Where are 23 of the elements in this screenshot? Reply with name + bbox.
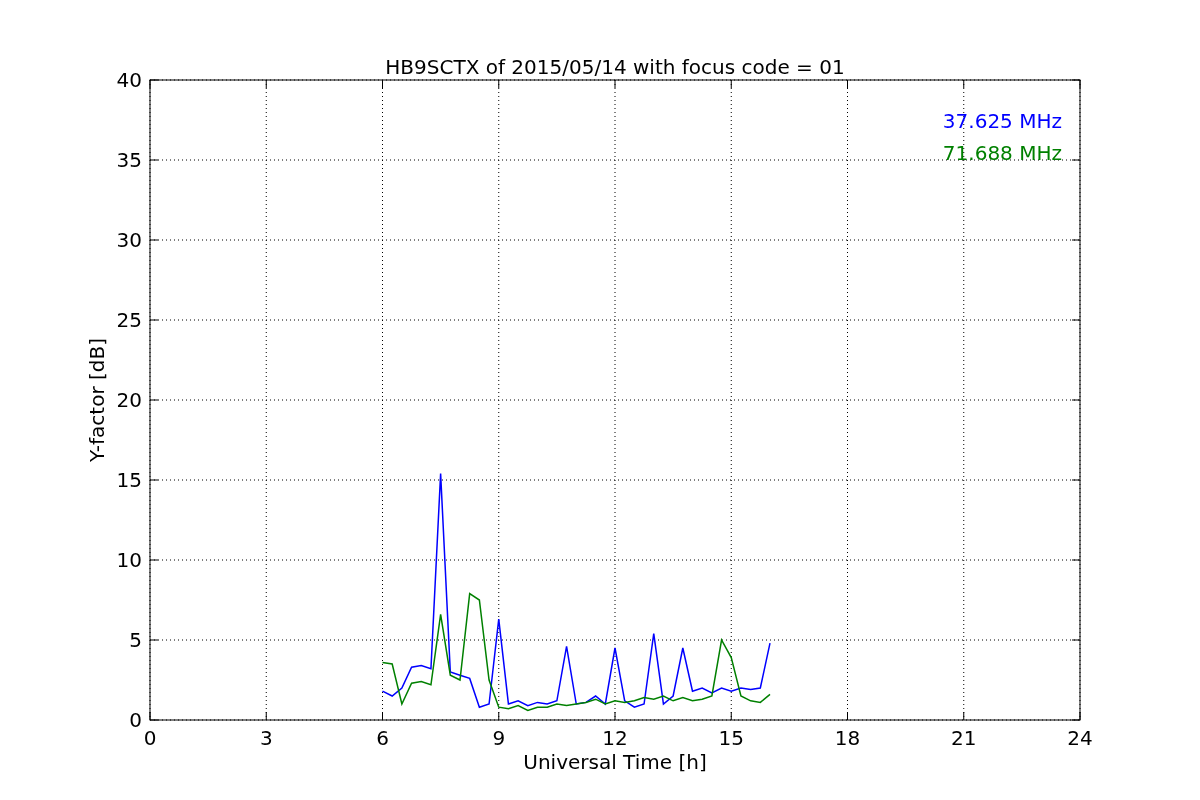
legend-label: 37.625 MHz — [942, 109, 1062, 133]
x-tick-label: 6 — [376, 726, 389, 750]
y-tick-label: 35 — [116, 148, 142, 172]
x-tick-label: 3 — [259, 726, 273, 750]
y-tick-label: 25 — [116, 308, 142, 332]
x-tick-label: 9 — [492, 726, 506, 750]
x-axis-label: Universal Time [h] — [523, 750, 707, 774]
x-tick-label: 24 — [1067, 726, 1093, 750]
x-tick-label: 18 — [834, 726, 861, 750]
x-tick-label: 12 — [602, 726, 628, 750]
y-tick-label: 20 — [116, 388, 142, 412]
y-tick-label: 10 — [116, 548, 142, 572]
y-axis-label: Y-factor [dB] — [85, 338, 109, 462]
y-tick-label: 40 — [116, 68, 142, 92]
y-tick-label: 15 — [116, 468, 142, 492]
y-tick-label: 30 — [116, 228, 142, 252]
y-tick-label: 5 — [129, 628, 142, 652]
x-tick-label: 0 — [143, 726, 157, 750]
x-tick-label: 21 — [951, 726, 977, 750]
chart-title: HB9SCTX of 2015/05/14 with focus code = 01 — [385, 55, 845, 79]
legend-label: 71.688 MHz — [942, 141, 1062, 165]
x-tick-label: 15 — [718, 726, 744, 750]
y-tick-label: 0 — [129, 708, 142, 732]
